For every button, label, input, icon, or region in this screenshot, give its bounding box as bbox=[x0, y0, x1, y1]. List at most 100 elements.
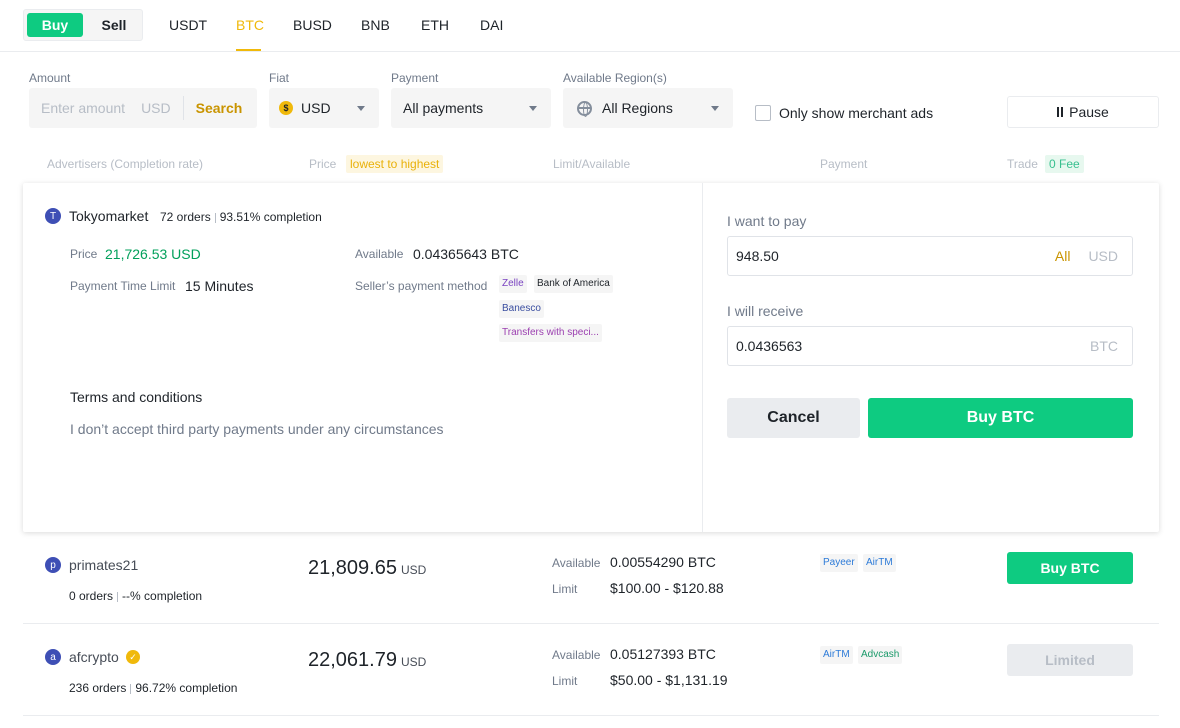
time-limit-value: 15 Minutes bbox=[185, 278, 254, 294]
merchant-only-label[interactable]: Only show merchant ads bbox=[779, 105, 933, 121]
coin-tab-bnb[interactable]: BNB bbox=[361, 17, 390, 33]
panel-divider bbox=[702, 183, 703, 532]
pay-value: 948.50 bbox=[736, 248, 779, 264]
header-limit: Limit/Available bbox=[553, 157, 631, 171]
payment-value: All payments bbox=[403, 100, 484, 116]
amount-divider bbox=[182, 96, 184, 120]
advertiser-name[interactable]: Tokyomarket bbox=[69, 208, 148, 224]
limit-label: Limit bbox=[552, 674, 578, 688]
active-tab-indicator bbox=[236, 49, 261, 51]
top-bar: Buy Sell USDT BTC BUSD BNB ETH DAI bbox=[0, 0, 1180, 52]
payment-tag-transfers: Transfers with speci... bbox=[499, 324, 602, 342]
coin-tab-busd[interactable]: BUSD bbox=[293, 17, 332, 33]
price-sort-badge[interactable]: lowest to highest bbox=[346, 155, 444, 173]
header-advertisers: Advertisers (Completion rate) bbox=[47, 157, 204, 171]
pause-icon bbox=[1057, 107, 1064, 117]
buy-btc-button[interactable]: Buy BTC bbox=[868, 398, 1133, 438]
coin-tab-dai[interactable]: DAI bbox=[480, 17, 503, 33]
header-trade: Trade bbox=[1007, 157, 1038, 171]
coin-tab-btc[interactable]: BTC bbox=[236, 17, 264, 33]
payment-tag-zelle: Zelle bbox=[499, 275, 527, 293]
pay-input[interactable]: 948.50 All USD bbox=[727, 236, 1133, 276]
row-divider bbox=[23, 715, 1159, 716]
fiat-label: Fiat bbox=[269, 71, 290, 85]
available-label: Available bbox=[552, 556, 601, 570]
payment-tag-banesco: Banesco bbox=[499, 300, 544, 318]
orders-count: 0 orders bbox=[69, 589, 114, 603]
payment-tag-advcash: Advcash bbox=[858, 646, 903, 664]
advertiser-stats: 72 orders 93.51% completion bbox=[160, 210, 322, 224]
pause-label: Pause bbox=[1069, 104, 1109, 120]
dollar-coin-icon: $ bbox=[279, 101, 293, 115]
limited-button[interactable]: Limited bbox=[1007, 644, 1133, 676]
price-unit: USD bbox=[400, 655, 427, 669]
payment-method-label: Seller’s payment method bbox=[355, 279, 488, 293]
pause-button[interactable]: Pause bbox=[1007, 96, 1159, 128]
advertiser-stats: 236 orders 96.72% completion bbox=[69, 681, 237, 695]
limit-value: $100.00 - $120.88 bbox=[610, 580, 724, 596]
completion-rate: --% completion bbox=[122, 589, 203, 603]
amount-label: Amount bbox=[29, 71, 71, 85]
buy-btc-button[interactable]: Buy BTC bbox=[1007, 552, 1133, 584]
available-value: 0.00554290 BTC bbox=[610, 554, 716, 570]
receive-input[interactable]: 0.0436563 BTC bbox=[727, 326, 1133, 366]
available-value: 0.05127393 BTC bbox=[610, 646, 716, 662]
receive-value: 0.0436563 bbox=[736, 338, 803, 354]
fee-badge: 0 Fee bbox=[1045, 155, 1084, 173]
fiat-select[interactable]: $ USD bbox=[269, 88, 379, 128]
merchant-only-checkbox[interactable] bbox=[755, 105, 771, 121]
terms-text: I don’t accept third party payments unde… bbox=[70, 421, 444, 437]
pay-all-button[interactable]: All bbox=[1055, 248, 1071, 264]
sell-tab[interactable]: Sell bbox=[86, 10, 142, 40]
coin-tab-eth[interactable]: ETH bbox=[421, 17, 449, 33]
avatar: T bbox=[45, 208, 61, 224]
payment-tag-airtm: AirTM bbox=[863, 554, 896, 572]
orders-count: 236 orders bbox=[69, 681, 127, 695]
price-value: 21,726.53 USD bbox=[105, 246, 201, 262]
payment-tag-payeer: Payeer bbox=[820, 554, 858, 572]
limit-label: Limit bbox=[552, 582, 578, 596]
globe-icon bbox=[577, 100, 592, 117]
available-value: 0.04365643 BTC bbox=[413, 246, 519, 262]
expanded-ad-panel: T Tokyomarket 72 orders 93.51% completion… bbox=[23, 183, 1159, 532]
region-select[interactable]: All Regions bbox=[563, 88, 733, 128]
header-payment: Payment bbox=[820, 157, 868, 171]
amount-placeholder: Enter amount bbox=[41, 100, 126, 116]
price-value: 21,809.65 bbox=[308, 557, 397, 579]
ad-price: 21,809.65 USD bbox=[308, 557, 426, 580]
available-label: Available bbox=[355, 247, 404, 261]
verified-merchant-icon: ✓ bbox=[126, 650, 140, 664]
amount-input[interactable]: Enter amount USD Search bbox=[29, 88, 257, 128]
price-label: Price bbox=[70, 247, 98, 261]
avatar: p bbox=[45, 557, 61, 573]
buy-tab[interactable]: Buy bbox=[27, 13, 83, 37]
advertiser-name[interactable]: afcrypto bbox=[69, 649, 119, 665]
amount-unit: USD bbox=[141, 100, 171, 116]
advertiser-name[interactable]: primates21 bbox=[69, 557, 138, 573]
pay-label: I want to pay bbox=[727, 213, 807, 229]
payment-label: Payment bbox=[391, 71, 439, 85]
payment-select[interactable]: All payments bbox=[391, 88, 551, 128]
orders-count: 72 orders bbox=[160, 210, 211, 224]
receive-unit: BTC bbox=[1090, 338, 1118, 354]
search-button[interactable]: Search bbox=[196, 100, 243, 116]
cancel-button[interactable]: Cancel bbox=[727, 398, 860, 438]
chevron-down-icon bbox=[357, 106, 365, 111]
chevron-down-icon bbox=[529, 106, 537, 111]
terms-title: Terms and conditions bbox=[70, 389, 203, 405]
region-value: All Regions bbox=[602, 100, 673, 116]
available-label: Available bbox=[552, 648, 601, 662]
payment-tag-airtm: AirTM bbox=[820, 646, 853, 664]
time-limit-label: Payment Time Limit bbox=[70, 279, 176, 293]
coin-tab-usdt[interactable]: USDT bbox=[169, 17, 207, 33]
row-divider bbox=[23, 623, 1159, 624]
limit-value: $50.00 - $1,131.19 bbox=[610, 672, 728, 688]
fiat-value: USD bbox=[301, 100, 331, 116]
pay-unit: USD bbox=[1088, 248, 1118, 264]
header-price: Price bbox=[309, 157, 337, 171]
avatar: a bbox=[45, 649, 61, 665]
payment-tag-bank-of-america: Bank of America bbox=[534, 275, 613, 293]
receive-label: I will receive bbox=[727, 303, 804, 319]
region-label: Available Region(s) bbox=[563, 71, 667, 85]
price-value: 22,061.79 bbox=[308, 649, 397, 671]
